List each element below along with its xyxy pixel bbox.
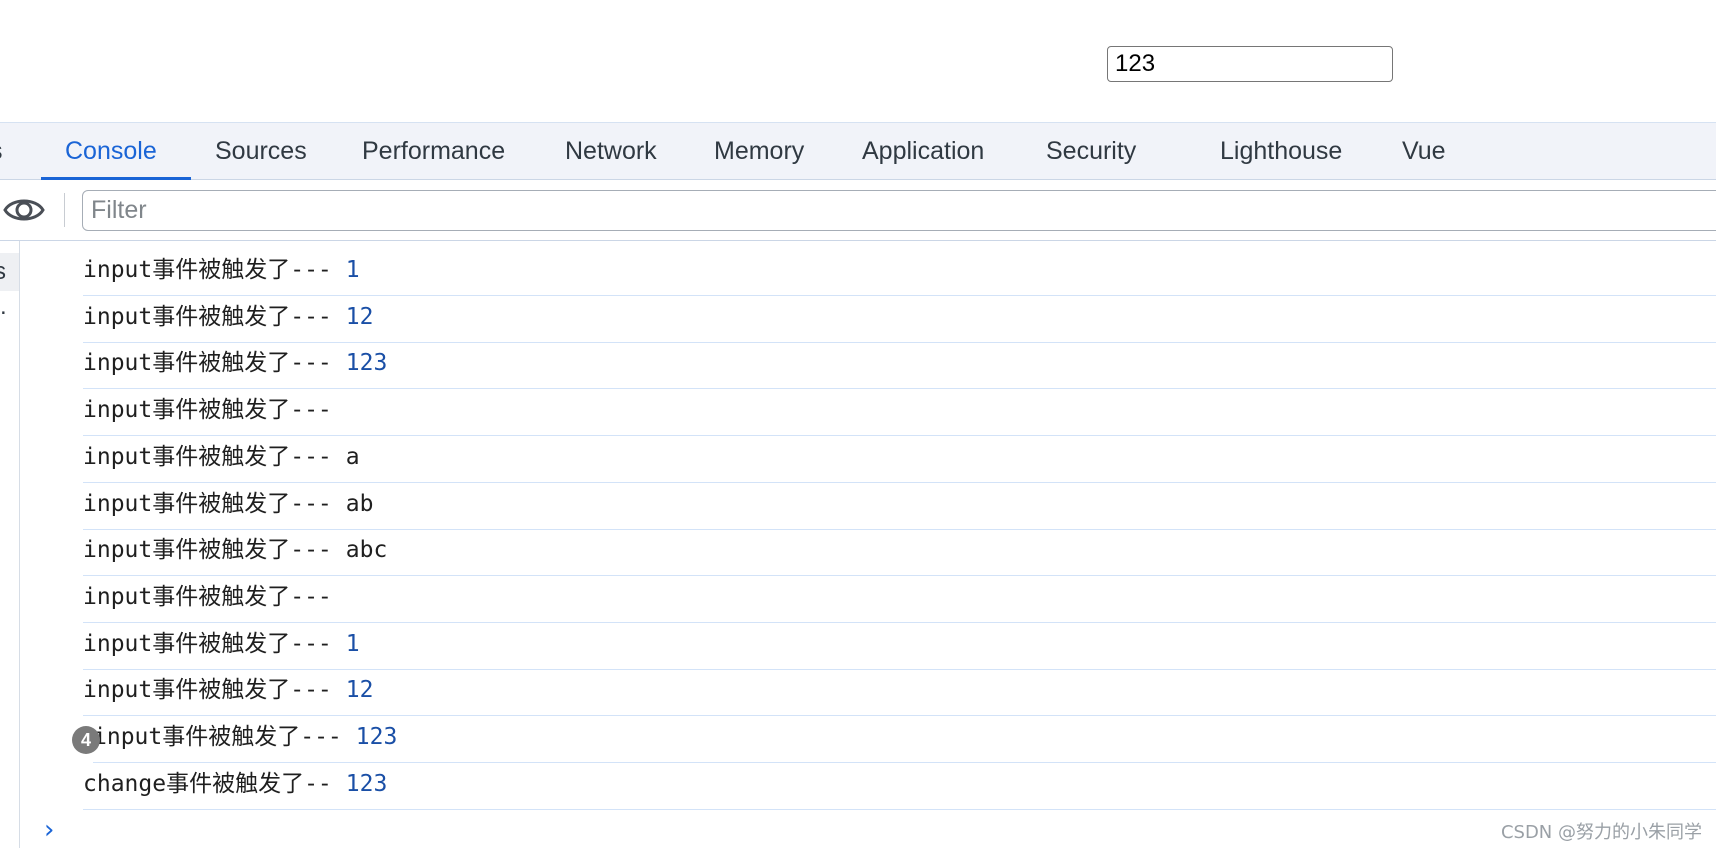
log-message: input事件被触发了--- (83, 630, 332, 657)
web-page-area (0, 0, 1716, 122)
log-message: input事件被触发了--- (83, 257, 332, 283)
console-prompt-icon[interactable]: › (44, 815, 54, 845)
demo-text-input[interactable] (1107, 46, 1393, 82)
sidebar-item-truncated[interactable]: . (0, 295, 7, 319)
screen: s Console Sources Performance Network Me… (0, 0, 1716, 848)
repeat-count-badge: 4 (72, 726, 100, 754)
log-message: change事件被触发了-- (83, 770, 332, 797)
log-message: input事件被触发了--- (83, 537, 332, 564)
log-value: 123 (355, 724, 398, 750)
console-log-row: input事件被触发了--- abc (83, 530, 1716, 577)
console-log-row: input事件被触发了--- ab (83, 484, 1716, 530)
log-value: 123 (345, 770, 388, 797)
tab-vue[interactable]: Vue (1402, 123, 1446, 180)
tab-memory[interactable]: Memory (714, 123, 804, 180)
log-message: input事件被触发了--- (83, 350, 332, 377)
log-message: input事件被触发了--- (83, 677, 332, 704)
console-log-area: input事件被触发了--- 1 input事件被触发了--- 12 input事件被触… (20, 250, 1716, 810)
console-sidebar: s . (0, 241, 20, 848)
console-toolbar (0, 180, 1716, 241)
tab-security[interactable]: Security (1046, 123, 1136, 180)
toolbar-divider (64, 193, 65, 227)
log-value: abc (345, 537, 388, 564)
console-log-row: input事件被触发了--- a (83, 437, 1716, 483)
console-log-row: input事件被触发了--- 1 (83, 250, 1716, 296)
console-log-row: input事件被触发了--- 12 (83, 670, 1716, 717)
devtools-tab-bar: s Console Sources Performance Network Me… (0, 122, 1716, 180)
log-value: 12 (345, 303, 374, 330)
log-value: 1 (345, 257, 360, 283)
watermark: CSDN @努力的小朱同学 (1500, 822, 1702, 843)
console-log-row: input事件被触发了--- 12 (83, 297, 1716, 343)
sidebar-item[interactable]: s (0, 253, 19, 291)
eye-icon[interactable] (2, 192, 46, 228)
log-value: 123 (345, 350, 388, 377)
tab-application[interactable]: Application (862, 123, 984, 180)
tab-elements-partial[interactable]: s (0, 123, 3, 180)
console-log-row: input事件被触发了--- 1 (83, 624, 1716, 670)
console-log-row: change事件被触发了-- 123 (83, 764, 1716, 810)
log-value: a (345, 443, 360, 470)
log-message: input事件被触发了--- (83, 583, 332, 610)
filter-input[interactable] (82, 190, 1716, 231)
tab-lighthouse[interactable]: Lighthouse (1220, 123, 1342, 180)
tab-network[interactable]: Network (565, 123, 657, 180)
log-message: input事件被触发了--- (93, 724, 342, 750)
console-log-row: 4 input事件被触发了--- 123 (72, 717, 1716, 763)
log-value: 1 (345, 630, 360, 657)
log-message: input事件被触发了--- (83, 303, 332, 330)
log-value: 12 (345, 677, 374, 704)
tab-console[interactable]: Console (65, 123, 157, 180)
log-message: input事件被触发了--- (83, 443, 332, 470)
tab-sources[interactable]: Sources (215, 123, 307, 180)
console-log-row: input事件被触发了--- (83, 390, 1716, 437)
log-message: input事件被触发了--- (83, 397, 332, 424)
console-log-row: input事件被触发了--- 123 (83, 343, 1716, 390)
tab-performance[interactable]: Performance (362, 123, 505, 180)
log-message: input事件被触发了--- (83, 490, 332, 517)
console-log-row: input事件被触发了--- (83, 577, 1716, 623)
log-value: ab (345, 490, 374, 517)
